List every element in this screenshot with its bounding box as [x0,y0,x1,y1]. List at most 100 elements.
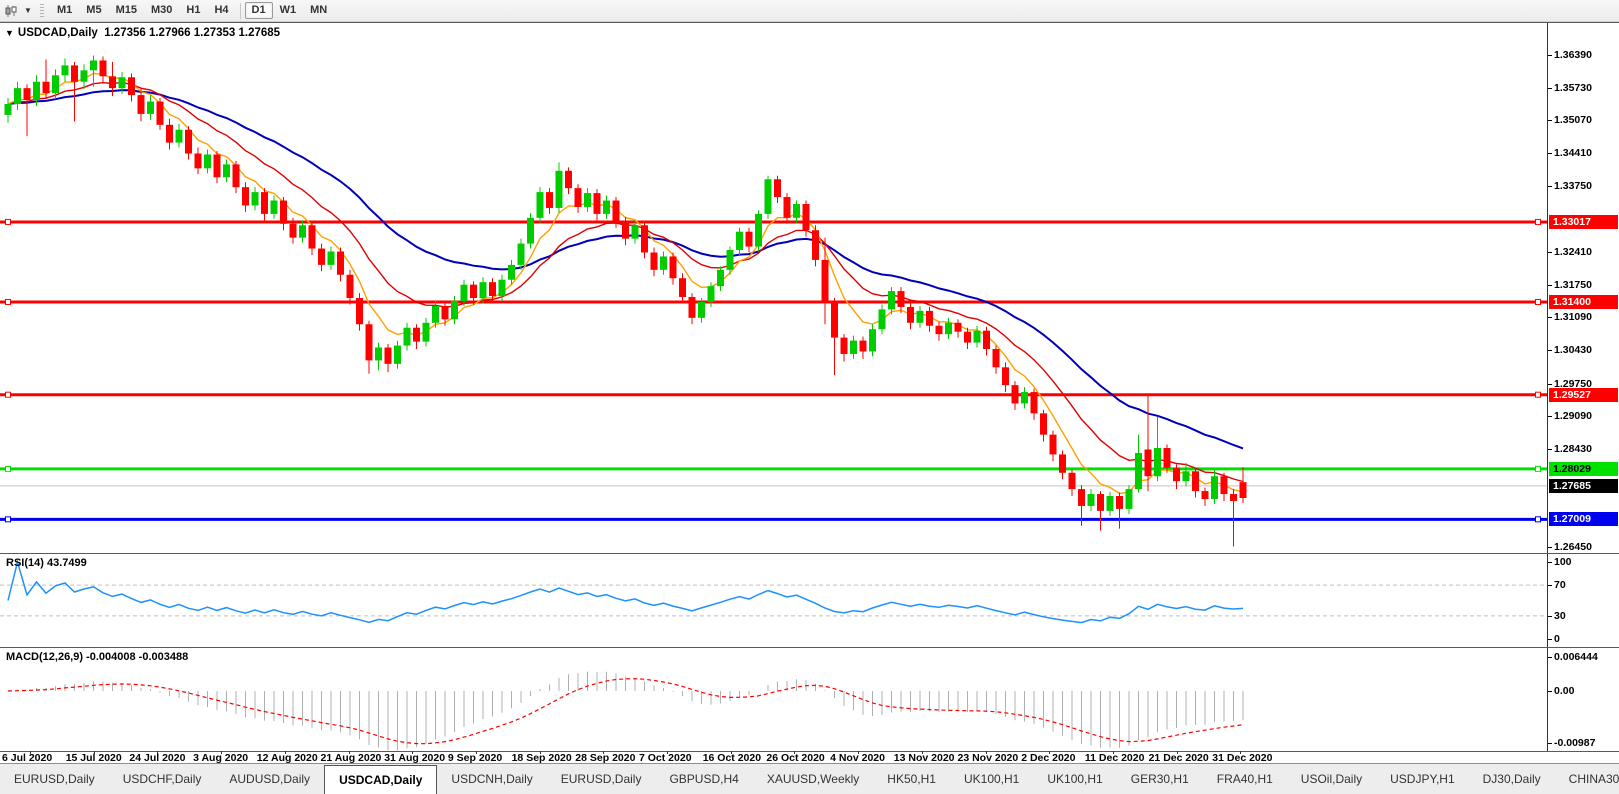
candle-body-bear [385,348,392,364]
price-axis-tick [1548,186,1552,187]
symbol-tab-usdcnh-daily[interactable]: USDCNH,Daily [437,764,546,794]
candle-body-bull [147,102,154,114]
date-axis: 6 Jul 202015 Jul 202024 Jul 20203 Aug 20… [0,752,1619,763]
symbol-tab-usoil-daily[interactable]: USOil,Daily [1287,764,1376,794]
hline-handle[interactable] [6,219,11,224]
symbol-tab-uk100-h1[interactable]: UK100,H1 [1033,764,1116,794]
macd-indicator-label: MACD(12,26,9) -0.004008 -0.003488 [6,651,188,663]
candle-body-bear [1173,468,1180,481]
symbol-tab-eurusd-daily[interactable]: EURUSD,Daily [547,764,656,794]
candle-body-bear [1145,449,1152,476]
candle-body-bear [983,331,990,349]
candle-body-bull [1126,489,1133,509]
candle-body-bear [185,130,192,154]
macd-axis-tick [1548,743,1552,744]
symbol-tab-uk100-h1[interactable]: UK100,H1 [950,764,1033,794]
price-axis-tick-label: 1.35730 [1554,82,1592,94]
price-axis-tick-label: 1.35070 [1554,114,1592,126]
macd-axis-tick-label: 0.006444 [1554,651,1598,663]
timeframe-button-m15[interactable]: M15 [109,2,144,19]
candle-body-bear [565,171,572,188]
rsi-axis-tick [1548,585,1552,586]
candlestick-chart-icon[interactable] [2,3,20,19]
candle-body-bull [5,104,12,115]
hline-1.27009[interactable] [0,517,1547,522]
price-axis-tick-label: 1.30430 [1554,344,1592,356]
symbol-tab-xauusd-weekly[interactable]: XAUUSD,Weekly [753,764,873,794]
price-axis-tick-label: 1.31750 [1554,279,1592,291]
hline-1.28029[interactable] [0,466,1547,471]
window-menu-triangle-icon[interactable]: ▼ [5,28,14,38]
candle-body-bear [860,341,867,352]
price-axis-tick-label: 1.33750 [1554,180,1592,192]
hline-handle[interactable] [6,517,11,522]
timeframe-button-d1[interactable]: D1 [245,2,273,19]
chart-title-symbol: USDCAD,Daily [18,27,98,39]
main-price-chart-canvas[interactable] [0,23,1547,553]
candle-body-bull [632,225,639,238]
timeframe-button-h4[interactable]: H4 [207,2,235,19]
symbol-tab-audusd-daily[interactable]: AUDUSD,Daily [215,764,324,794]
hline-handle[interactable] [1536,466,1541,471]
candle-body-bull [755,214,762,247]
rsi-indicator-canvas[interactable] [0,554,1547,647]
candle-body-bull [328,252,335,265]
hline-price-label: 1.27009 [1549,512,1618,526]
candle-body-bull [394,346,401,364]
candle-body-bear [679,278,686,297]
candle-body-bear [309,225,316,248]
symbol-tab-gbpusd-h4[interactable]: GBPUSD,H4 [655,764,752,794]
candle-body-bull [869,329,876,351]
hline-handle[interactable] [1536,299,1541,304]
timeframe-button-h1[interactable]: H1 [179,2,207,19]
symbol-tab-ger30-h1[interactable]: GER30,H1 [1117,764,1203,794]
hline-handle[interactable] [6,466,11,471]
hline-handle[interactable] [1536,517,1541,522]
chart-type-dropdown-caret-icon[interactable]: ▼ [22,6,34,15]
candle-body-bear [261,192,268,214]
symbol-tab-usdjpy-h1[interactable]: USDJPY,H1 [1376,764,1468,794]
candle-body-bear [71,65,78,81]
timeframe-button-m5[interactable]: M5 [79,2,108,19]
hline-handle[interactable] [6,392,11,397]
symbol-tab-eurusd-daily[interactable]: EURUSD,Daily [0,764,109,794]
symbol-tab-fra40-h1[interactable]: FRA40,H1 [1203,764,1287,794]
candle-body-bull [708,286,715,302]
candle-body-bull [556,171,563,208]
candle-body-bull [1211,476,1218,499]
candle-body-bull [518,244,525,265]
timeframe-button-m1[interactable]: M1 [50,2,79,19]
price-axis-tick [1548,120,1552,121]
current-price-label: 1.27685 [1549,479,1618,493]
hline-1.31400[interactable] [0,299,1547,304]
hline-handle[interactable] [6,299,11,304]
timeframe-button-mn[interactable]: MN [303,2,334,19]
price-axis-tick [1548,350,1552,351]
candle-body-bear [1192,471,1199,491]
symbol-tab-usdchf-daily[interactable]: USDCHF,Daily [109,764,216,794]
candle-body-bull [765,179,772,214]
candle-body-bull [423,323,430,342]
toolbar-separator [240,3,241,19]
candle-body-bull [1135,453,1142,489]
price-axis-tick-label: 1.28430 [1554,443,1592,455]
hline-handle[interactable] [1536,219,1541,224]
candle-body-bear [470,285,477,298]
hline-handle[interactable] [1536,392,1541,397]
candle-body-bear [337,252,344,275]
hline-1.29527[interactable] [0,392,1547,397]
toolbar-drag-grip[interactable] [40,4,44,18]
candle-body-bear [100,60,107,76]
timeframe-button-m30[interactable]: M30 [144,2,179,19]
macd-indicator-canvas[interactable] [0,648,1547,751]
symbol-tab-china300-h1[interactable]: CHINA300,H1 [1555,764,1619,794]
symbol-tab-dj30-daily[interactable]: DJ30,Daily [1469,764,1555,794]
candle-body-bear [413,328,420,342]
symbol-tab-hk50-h1[interactable]: HK50,H1 [873,764,950,794]
symbol-tab-bar: EURUSD,DailyUSDCHF,DailyAUDUSD,DailyUSDC… [0,763,1619,794]
price-axis-tick-label: 1.26450 [1554,541,1592,553]
timeframe-button-w1[interactable]: W1 [273,2,304,19]
symbol-tab-usdcad-daily[interactable]: USDCAD,Daily [324,765,437,794]
candle-body-bear [936,326,943,334]
candle-body-bear [24,88,31,100]
